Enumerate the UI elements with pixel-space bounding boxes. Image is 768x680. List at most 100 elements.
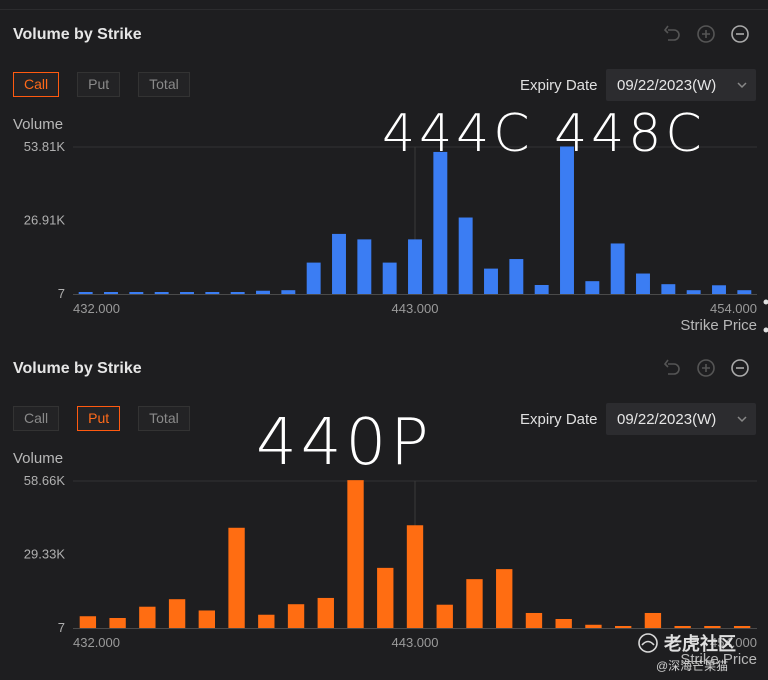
bar[interactable] [636, 273, 650, 294]
option-type-tabs: Call Put Total [13, 72, 190, 97]
panel-title: Volume by Strike [13, 360, 142, 377]
tab-put[interactable]: Put [77, 406, 121, 431]
panel-resize-handle[interactable] [762, 296, 768, 336]
bar[interactable] [704, 626, 721, 628]
community-watermark: 老虎社区 @深海芒果猫 [634, 630, 764, 676]
bar[interactable] [228, 527, 245, 628]
tiger-logo-icon [638, 633, 658, 653]
y-tick-label: 26.91K [24, 212, 66, 227]
bar[interactable] [357, 239, 372, 294]
chevron-down-icon [737, 416, 747, 423]
chevron-down-icon [737, 82, 747, 89]
bar[interactable] [585, 624, 602, 628]
zoom-out-icon[interactable] [730, 24, 750, 44]
bar[interactable] [661, 284, 676, 294]
panel-header-icons [662, 358, 750, 378]
bar[interactable] [496, 569, 513, 628]
y-tick-label: 53.81K [24, 140, 66, 154]
bar[interactable] [610, 243, 625, 294]
bar[interactable] [509, 259, 524, 294]
bar[interactable] [281, 290, 296, 294]
expiry-date-label: Expiry Date [520, 411, 598, 428]
watermark-title: 老虎社区 [664, 634, 736, 654]
tab-total[interactable]: Total [138, 72, 190, 97]
y-tick-label: 29.33K [24, 547, 66, 562]
top-divider [0, 0, 768, 10]
bar[interactable] [332, 233, 346, 294]
panel-header-icons [662, 24, 750, 44]
bar[interactable] [525, 612, 543, 628]
x-tick-label: 443.000 [392, 301, 439, 316]
bar[interactable] [79, 616, 97, 628]
expiry-date-value: 09/22/2023(W) [617, 77, 717, 94]
zoom-out-icon[interactable] [730, 358, 750, 378]
bar[interactable] [484, 268, 498, 294]
bar[interactable] [733, 626, 751, 628]
zoom-in-icon[interactable] [696, 358, 716, 378]
bar[interactable] [644, 612, 662, 628]
handwritten-annotation: 444C 448C [382, 104, 706, 164]
y-tick-label: 58.66K [24, 474, 66, 488]
bar[interactable] [154, 292, 169, 294]
bar[interactable] [78, 292, 93, 294]
bar[interactable] [139, 606, 156, 628]
y-axis-label: Volume [13, 450, 64, 467]
bar[interactable] [555, 618, 572, 628]
bar[interactable] [406, 525, 424, 628]
bar[interactable] [104, 292, 118, 294]
x-axis-label: Strike Price [680, 317, 757, 334]
tab-call[interactable]: Call [13, 72, 60, 97]
bar[interactable] [585, 281, 600, 294]
bar[interactable] [129, 292, 144, 294]
volume-bar-chart-calls: 53.81K 26.91K 7 432.000 443.000 454.000Strike… [24, 140, 757, 334]
bar[interactable] [737, 290, 752, 294]
bar[interactable] [198, 610, 216, 628]
tab-call[interactable]: Call [13, 406, 60, 431]
bar[interactable] [436, 604, 453, 628]
tab-put[interactable]: Put [77, 72, 121, 97]
bar[interactable] [205, 292, 220, 294]
bar[interactable] [180, 292, 194, 294]
expiry-date-label: Expiry Date [520, 77, 598, 94]
y-tick-label: 7 [58, 286, 65, 301]
x-tick-label: 432.000 [73, 635, 120, 650]
bar[interactable] [534, 285, 549, 294]
volume-by-strike-panel-calls: Volume by Strike Call Put Total Expiry D… [0, 10, 768, 340]
expiry-date-select[interactable]: 09/22/2023(W) [606, 403, 756, 435]
bar[interactable] [466, 579, 483, 628]
bar[interactable] [560, 146, 574, 294]
expiry-date-value: 09/22/2023(W) [617, 411, 717, 428]
expiry-date-select[interactable]: 09/22/2023(W) [606, 69, 756, 101]
x-tick-label: 432.000 [73, 301, 120, 316]
x-tick-label: 443.000 [392, 635, 439, 650]
bar[interactable] [306, 262, 321, 294]
bar[interactable] [712, 285, 726, 294]
undo-icon[interactable] [662, 358, 682, 378]
panel-title: Volume by Strike [13, 26, 142, 43]
bar[interactable] [614, 626, 632, 628]
bar[interactable] [168, 599, 186, 628]
bar[interactable] [258, 614, 275, 628]
bar[interactable] [347, 480, 364, 628]
bar[interactable] [377, 567, 394, 628]
bar[interactable] [109, 617, 126, 628]
y-axis-label: Volume [13, 116, 64, 133]
handwritten-annotation: 440P [256, 406, 433, 480]
bar[interactable] [408, 239, 422, 294]
x-tick-label: 454.000 [710, 301, 757, 316]
watermark-author: @深海芒果猫 [656, 659, 729, 673]
undo-icon[interactable] [662, 24, 682, 44]
bar[interactable] [686, 290, 701, 294]
bar[interactable] [458, 217, 473, 294]
bar[interactable] [256, 290, 270, 294]
bar[interactable] [287, 604, 305, 628]
y-tick-label: 7 [58, 620, 65, 635]
bar[interactable] [230, 292, 245, 294]
bar[interactable] [317, 597, 334, 628]
zoom-in-icon[interactable] [696, 24, 716, 44]
bar[interactable] [382, 262, 397, 294]
tab-total[interactable]: Total [138, 406, 190, 431]
bar[interactable] [433, 151, 448, 294]
option-type-tabs: Call Put Total [13, 406, 190, 431]
bar[interactable] [674, 626, 691, 628]
